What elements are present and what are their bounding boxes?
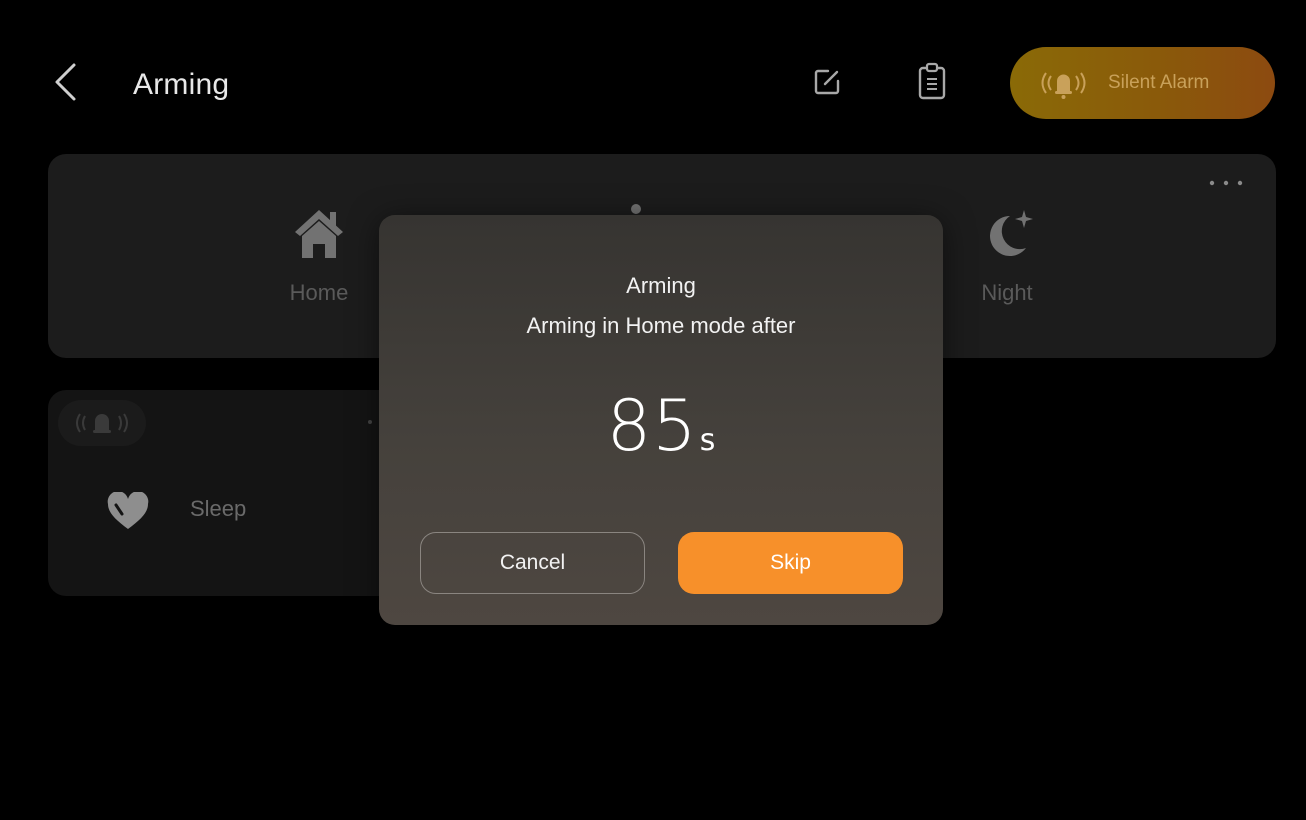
scene-alarm-badge xyxy=(58,400,146,446)
mode-home[interactable]: Home xyxy=(259,204,379,306)
silent-alarm-label: Silent Alarm xyxy=(1108,72,1210,93)
header-bar: Arming Silent Alarm xyxy=(8,10,1306,150)
page-title: Arming xyxy=(133,68,230,101)
moon-icon xyxy=(990,210,1033,256)
more-options-icon[interactable] xyxy=(1206,176,1246,190)
scene-card[interactable]: Sleep xyxy=(48,390,428,596)
countdown-timer: 85s xyxy=(379,385,943,467)
alarm-bell-icon xyxy=(1041,72,1086,99)
arming-countdown-dialog: Arming Arming in Home mode after 85s Can… xyxy=(379,215,943,625)
person-icon xyxy=(631,204,641,214)
countdown-unit: s xyxy=(699,423,716,458)
edit-button[interactable] xyxy=(810,65,844,99)
skip-button[interactable]: Skip xyxy=(678,532,903,594)
cancel-button[interactable]: Cancel xyxy=(420,532,645,594)
dialog-message: Arming in Home mode after xyxy=(526,313,796,338)
more-options-icon[interactable] xyxy=(368,420,372,424)
log-button[interactable] xyxy=(916,62,948,102)
arming-screen: Arming Silent Alarm Home Night Sleep Arm… xyxy=(8,10,1306,820)
silent-alarm-button[interactable]: Silent Alarm xyxy=(1010,47,1275,119)
mode-label: Home xyxy=(289,280,349,305)
house-icon xyxy=(295,210,343,258)
dialog-title: Arming xyxy=(626,273,696,298)
countdown-value: 85 xyxy=(606,385,698,467)
edit-icon xyxy=(814,69,840,95)
alarm-bell-icon xyxy=(76,413,128,433)
heart-icon xyxy=(107,492,149,529)
mode-label: Night xyxy=(981,280,1033,305)
chevron-left-icon xyxy=(55,63,76,101)
scene-label: Sleep xyxy=(190,496,247,521)
back-button[interactable] xyxy=(48,62,84,102)
clipboard-icon xyxy=(918,62,946,100)
mode-night[interactable]: Night xyxy=(947,204,1067,306)
